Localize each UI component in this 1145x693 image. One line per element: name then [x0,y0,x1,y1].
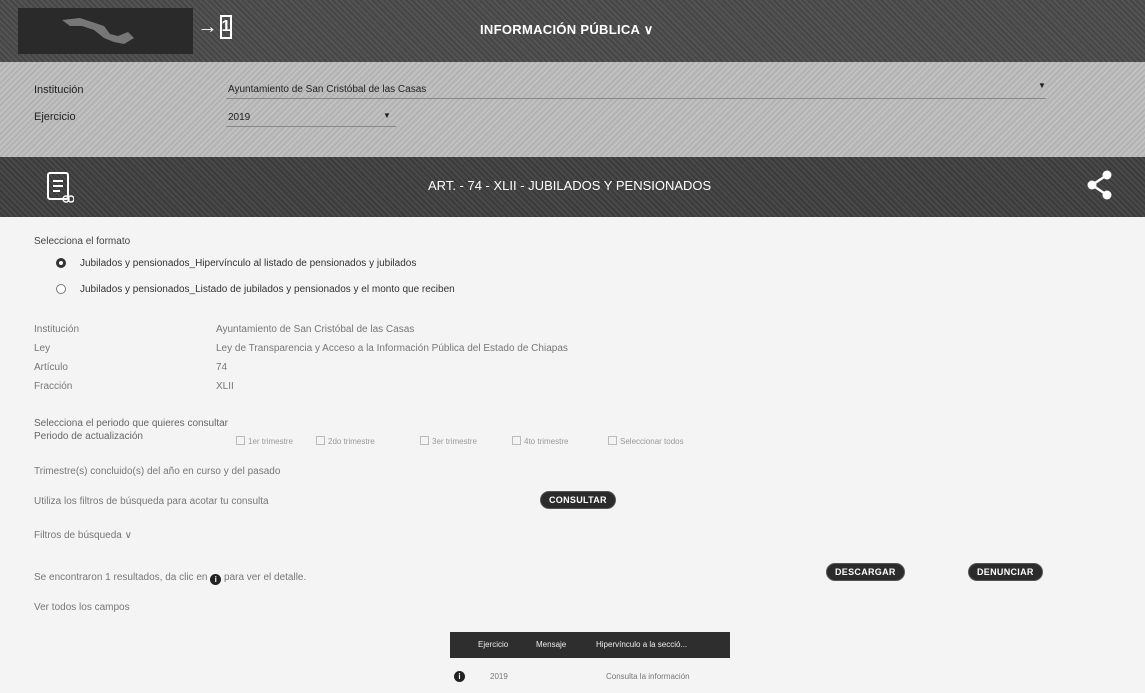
institucion-label: Institución [34,84,84,96]
ver-todos-link[interactable]: Ver todos los campos [34,602,130,613]
chevron-down-icon: ∨ [643,22,654,37]
formato-label: Selecciona el formato [34,236,131,247]
formato-option-1[interactable]: Jubilados y pensionados_Hipervínculo al … [80,258,416,269]
detail-institucion-value: Ayuntamiento de San Cristóbal de las Cas… [216,324,415,335]
ejercicio-select-underline [226,126,396,127]
detail-ley-label: Ley [34,343,51,354]
row-hipervinculo-link[interactable]: Consulta la información [606,672,690,681]
column-header-ejercicio[interactable]: Ejercicio [478,640,508,649]
column-header-hipervinculo[interactable]: Hipervínculo a la secció... [596,640,687,649]
detail-articulo-value: 74 [216,362,228,373]
denunciar-button[interactable]: DENUNCIAR [968,563,1043,581]
formato-radio-2[interactable] [56,284,66,294]
ejercicio-label: Ejercicio [34,111,76,123]
periodo-note: Trimestre(s) concluido(s) del año en cur… [34,466,281,477]
descargar-button[interactable]: DESCARGAR [826,563,905,581]
results-summary-post: para ver el detalle. [224,572,307,583]
results-table-header: Ejercicio Mensaje Hipervínculo a la secc… [450,632,730,658]
section-title: ART. - 74 - XLII - JUBILADOS Y PENSIONAD… [428,178,712,193]
periodo-option-1[interactable]: 1er trimestre [236,436,293,446]
consulta-hint: Utiliza los filtros de búsqueda para aco… [34,496,269,507]
consultar-button[interactable]: CONSULTAR [540,491,616,509]
detail-articulo-label: Artículo [34,362,68,373]
info-icon: i [210,574,222,585]
periodo-option-3[interactable]: 3er trimestre [420,436,477,446]
top-navigation-bar: → 1 INFORMACIÓN PÚBLICA ∨ [0,0,1145,62]
detail-institucion-label: Institución [34,324,80,335]
row-ejercicio: 2019 [490,672,508,681]
institucion-select-underline [226,98,1046,99]
results-summary: Se encontraron 1 resultados, da clic en … [34,572,306,585]
column-header-mensaje[interactable]: Mensaje [536,640,566,649]
mexico-map-logo-icon [62,18,134,44]
periodo-prompt: Selecciona el periodo que quieres consul… [34,418,229,429]
periodo-label: Periodo de actualización [34,431,143,442]
filtros-toggle[interactable]: Filtros de búsqueda ∨ [34,530,132,541]
detail-ley-value: Ley de Transparencia y Acceso a la Infor… [216,343,568,354]
formato-radio-1[interactable] [56,258,66,268]
document-link-icon [47,172,74,203]
logo[interactable] [18,8,193,54]
page-title-label: INFORMACIÓN PÚBLICA [480,22,640,37]
page-title[interactable]: INFORMACIÓN PÚBLICA ∨ [480,22,654,38]
table-row: i 2019 Consulta la información [450,668,730,688]
results-summary-pre: Se encontraron 1 resultados, da clic en [34,572,208,583]
detail-fraccion-label: Fracción [34,381,73,392]
periodo-option-4[interactable]: 4to trimestre [512,436,568,446]
caret-down-icon[interactable]: ▼ [383,111,391,120]
institucion-select[interactable]: Ayuntamiento de San Cristóbal de las Cas… [228,84,426,95]
formato-option-2[interactable]: Jubilados y pensionados_Listado de jubil… [80,284,455,295]
detail-fraccion-value: XLII [216,381,234,392]
filter-panel: Institución Ayuntamiento de San Cristóba… [0,62,1145,157]
periodo-option-2[interactable]: 2do trimestre [316,436,375,446]
section-header: ART. - 74 - XLII - JUBILADOS Y PENSIONAD… [0,157,1145,217]
periodo-option-all[interactable]: Seleccionar todos [608,436,684,446]
share-icon[interactable] [1086,169,1114,201]
ejercicio-select[interactable]: 2019 [228,112,250,123]
info-icon[interactable]: i [454,671,465,682]
caret-down-icon[interactable]: ▼ [1038,81,1046,90]
login-icon[interactable]: → 1 [198,12,233,42]
